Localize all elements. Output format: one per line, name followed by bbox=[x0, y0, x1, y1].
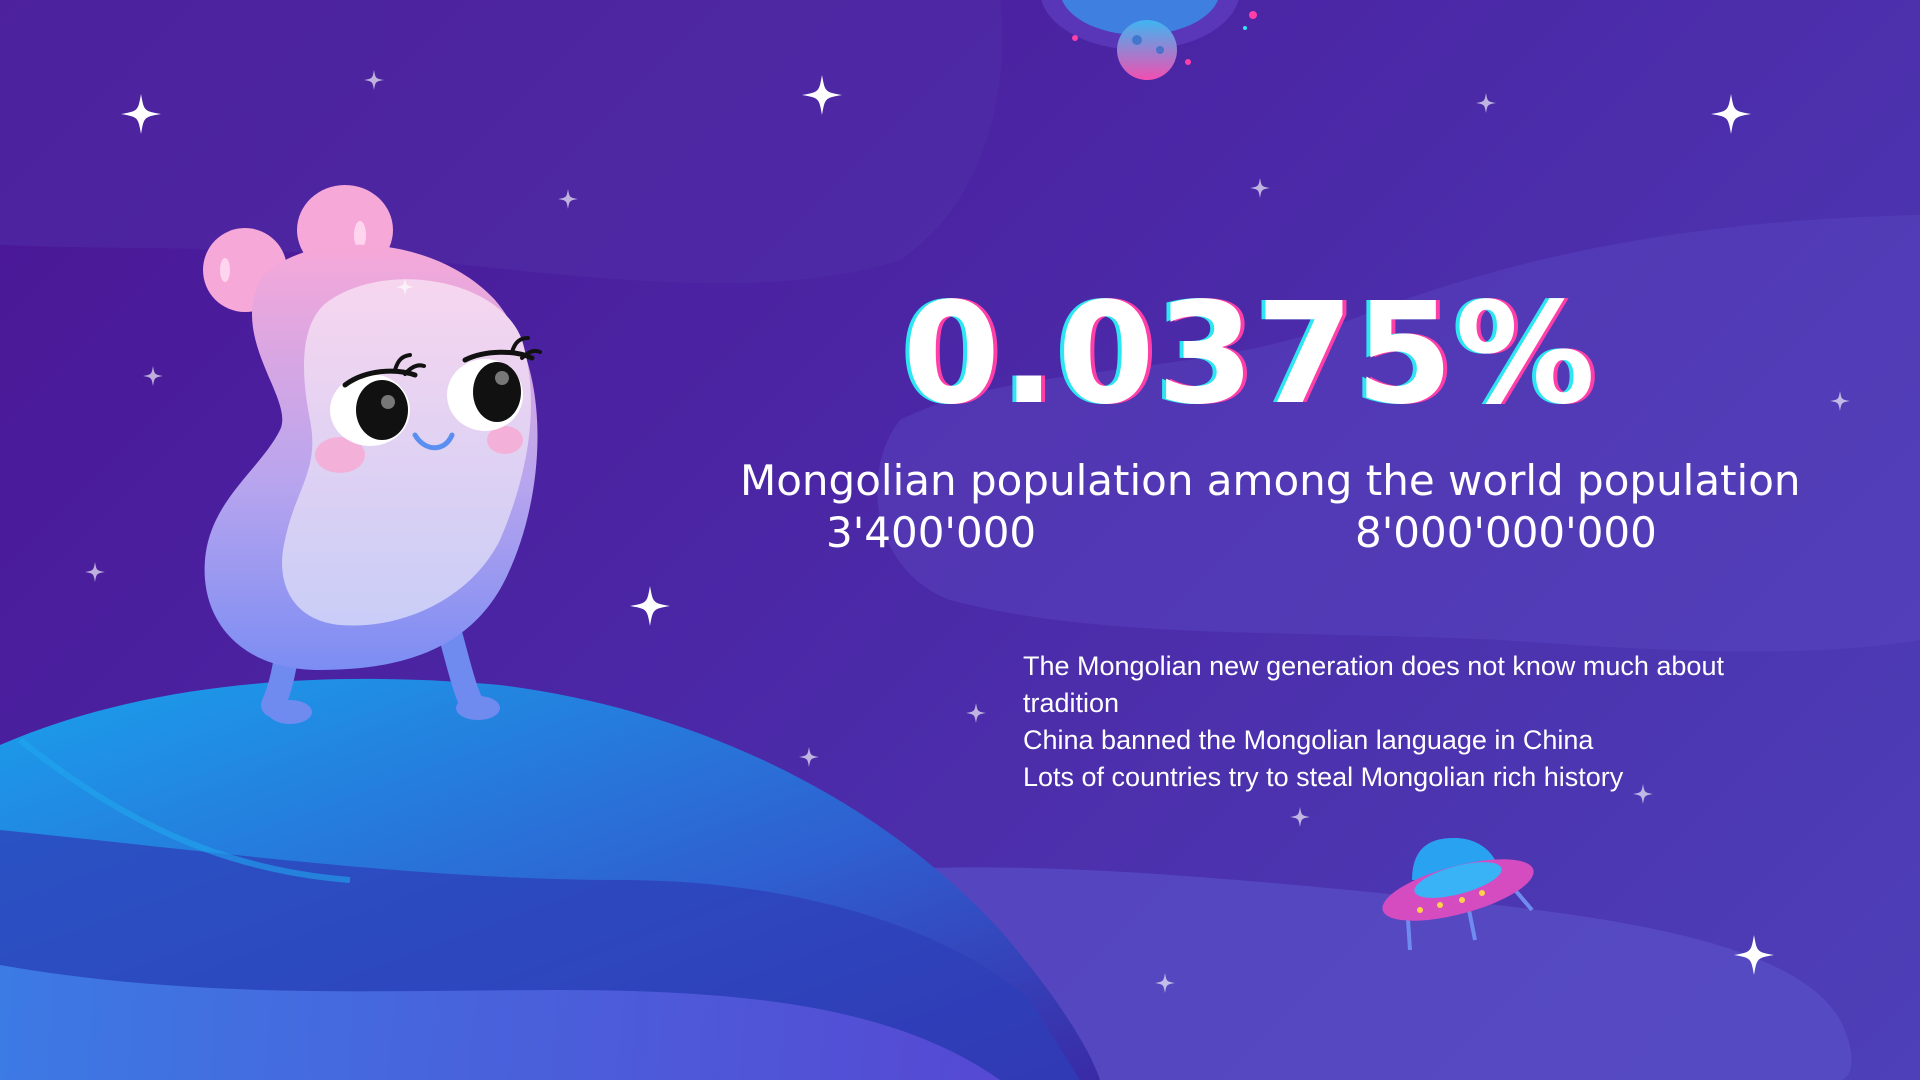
mongolia-population-value: 3'400'000 bbox=[826, 508, 1037, 557]
slide-canvas: 0.0375% Mongolian population among the w… bbox=[0, 0, 1920, 1080]
fact-item: Lots of countries try to steal Mongolian… bbox=[1023, 762, 1624, 792]
facts-list: The Mongolian new generation does not kn… bbox=[1023, 648, 1823, 796]
population-subtitle: Mongolian population among the world pop… bbox=[740, 456, 1801, 505]
fact-item: China banned the Mongolian language in C… bbox=[1023, 725, 1594, 755]
population-percentage: 0.0375% bbox=[902, 273, 1598, 436]
background-cloud-top bbox=[0, 0, 1003, 284]
fact-item: The Mongolian new generation does not kn… bbox=[1023, 651, 1724, 718]
moon-planet-icon bbox=[1041, 0, 1257, 80]
world-population-value: 8'000'000'000 bbox=[1355, 508, 1657, 557]
